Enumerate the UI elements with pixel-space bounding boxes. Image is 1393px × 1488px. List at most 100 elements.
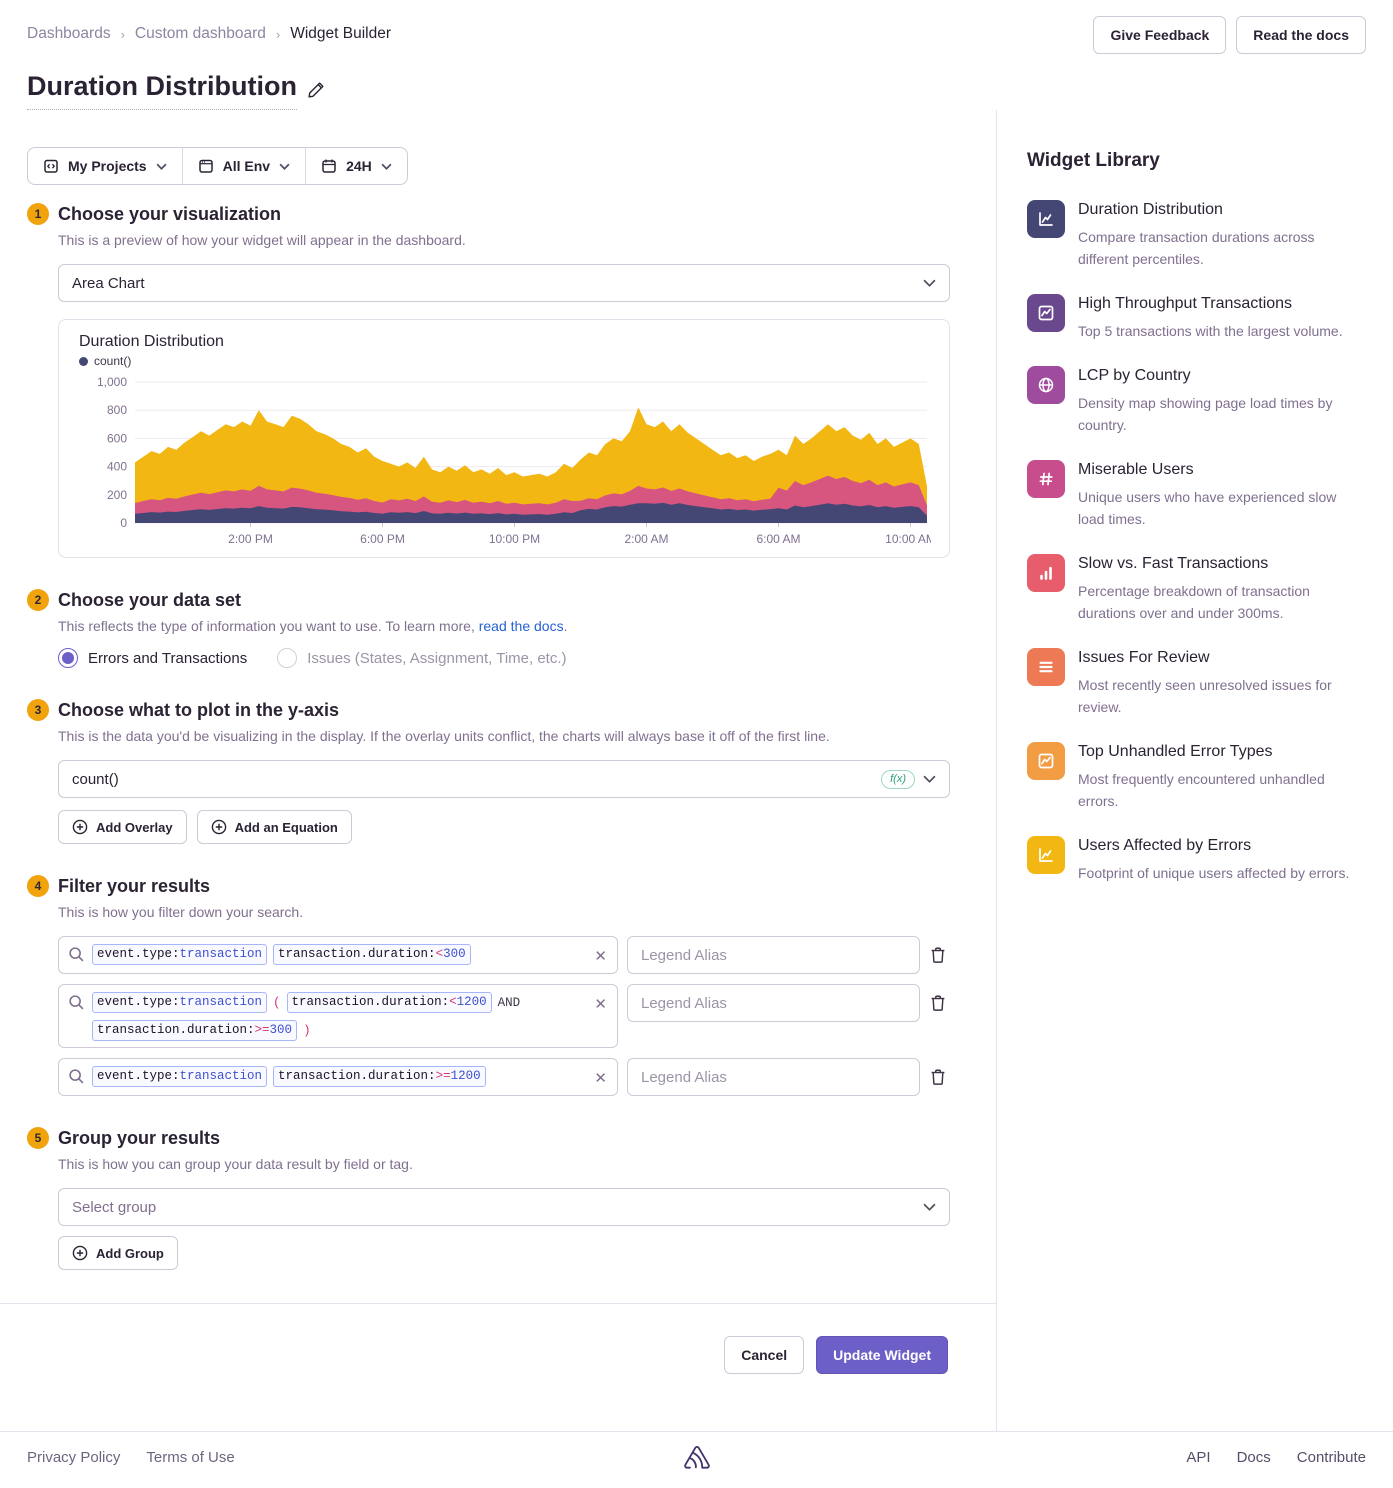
delete-filter-button[interactable] bbox=[929, 946, 947, 964]
privacy-policy-link[interactable]: Privacy Policy bbox=[27, 1449, 120, 1466]
widget-library-item-lcp-by-country[interactable]: LCP by Country Density map showing page … bbox=[1027, 366, 1357, 436]
widget-item-desc: Density map showing page load times by c… bbox=[1078, 392, 1357, 436]
step-subtitle: This reflects the type of information yo… bbox=[58, 618, 996, 634]
read-the-docs-link[interactable]: read the docs bbox=[479, 618, 564, 634]
terms-of-use-link[interactable]: Terms of Use bbox=[146, 1449, 234, 1466]
clear-search-icon[interactable]: ✕ bbox=[594, 947, 607, 965]
docs-link[interactable]: Docs bbox=[1237, 1449, 1271, 1466]
step-number-badge: 2 bbox=[27, 589, 49, 611]
area-chart: 02004006008001,0002:00 PM6:00 PM10:00 PM… bbox=[79, 374, 929, 549]
chevron-down-icon bbox=[279, 163, 290, 170]
svg-text:10:00 PM: 10:00 PM bbox=[489, 532, 540, 546]
contribute-link[interactable]: Contribute bbox=[1297, 1449, 1366, 1466]
svg-text:6:00 AM: 6:00 AM bbox=[756, 532, 800, 546]
page-header: Dashboards › Custom dashboard › Widget B… bbox=[0, 0, 1393, 110]
step-subtitle: This is how you can group your data resu… bbox=[58, 1156, 996, 1172]
project-filter-dropdown[interactable]: My Projects bbox=[28, 148, 182, 184]
display-type-select[interactable]: Area Chart bbox=[58, 264, 950, 302]
svg-text:2:00 PM: 2:00 PM bbox=[228, 532, 273, 546]
widget-library-item-high-throughput[interactable]: High Throughput Transactions Top 5 trans… bbox=[1027, 294, 1357, 342]
radio-label: Issues (States, Assignment, Time, etc.) bbox=[307, 650, 566, 667]
search-query-input[interactable]: event.type:transaction transaction.durati… bbox=[58, 936, 618, 974]
display-type-value: Area Chart bbox=[72, 275, 145, 292]
y-axis-field-select[interactable]: count() f(x) bbox=[58, 760, 950, 798]
query-token[interactable]: event.type:transaction bbox=[92, 1066, 267, 1087]
svg-text:400: 400 bbox=[107, 460, 127, 474]
bar-chart-icon bbox=[1027, 554, 1065, 592]
chevron-right-icon: › bbox=[121, 27, 125, 42]
radio-selected-icon bbox=[58, 648, 78, 668]
delete-filter-button[interactable] bbox=[929, 1068, 947, 1086]
plus-circle-icon bbox=[72, 819, 88, 835]
chart-legend[interactable]: count() bbox=[79, 354, 929, 368]
query-token[interactable]: transaction.duration:<1200 bbox=[287, 992, 492, 1013]
widget-item-title: Slow vs. Fast Transactions bbox=[1078, 555, 1357, 573]
area-chart-icon bbox=[1027, 836, 1065, 874]
give-feedback-button[interactable]: Give Feedback bbox=[1093, 16, 1226, 54]
hash-icon bbox=[1027, 460, 1065, 498]
page-title: Duration Distribution bbox=[27, 71, 297, 110]
search-query-input[interactable]: event.type:transaction ( transaction.durat… bbox=[58, 984, 618, 1048]
step-number-badge: 3 bbox=[27, 699, 49, 721]
chevron-down-icon bbox=[923, 775, 936, 783]
radio-issues[interactable]: Issues (States, Assignment, Time, etc.) bbox=[277, 648, 566, 668]
svg-text:2:00 AM: 2:00 AM bbox=[624, 532, 668, 546]
widget-library-item-duration-distribution[interactable]: Duration Distribution Compare transactio… bbox=[1027, 200, 1357, 270]
radio-errors-transactions[interactable]: Errors and Transactions bbox=[58, 648, 247, 668]
widget-library-item-slow-vs-fast[interactable]: Slow vs. Fast Transactions Percentage br… bbox=[1027, 554, 1357, 624]
read-the-docs-button[interactable]: Read the docs bbox=[1236, 16, 1366, 54]
chevron-down-icon bbox=[923, 279, 936, 287]
clear-search-icon[interactable]: ✕ bbox=[594, 995, 607, 1013]
svg-text:200: 200 bbox=[107, 488, 127, 502]
dataset-radio-group: Errors and Transactions Issues (States, … bbox=[58, 648, 996, 668]
api-link[interactable]: API bbox=[1186, 1449, 1210, 1466]
add-group-button[interactable]: Add Group bbox=[58, 1236, 178, 1270]
search-icon bbox=[68, 946, 85, 963]
step-title: Filter your results bbox=[58, 876, 210, 897]
list-icon bbox=[1027, 648, 1065, 686]
widget-library-item-miserable-users[interactable]: Miserable Users Unique users who have ex… bbox=[1027, 460, 1357, 530]
environment-filter-dropdown[interactable]: All Env bbox=[182, 148, 305, 184]
add-overlay-button[interactable]: Add Overlay bbox=[58, 810, 187, 844]
query-token[interactable]: event.type:transaction bbox=[92, 992, 267, 1013]
step-dataset: 2 Choose your data set This reflects the… bbox=[27, 589, 996, 668]
legend-alias-input[interactable] bbox=[627, 936, 920, 974]
widget-library-item-users-affected[interactable]: Users Affected by Errors Footprint of un… bbox=[1027, 836, 1357, 884]
breadcrumb-custom-dashboard[interactable]: Custom dashboard bbox=[135, 25, 266, 43]
widget-item-title: LCP by Country bbox=[1078, 367, 1357, 385]
svg-text:0: 0 bbox=[120, 516, 127, 530]
svg-text:6:00 PM: 6:00 PM bbox=[360, 532, 405, 546]
widget-preview-title: Duration Distribution bbox=[79, 333, 929, 351]
delete-filter-button[interactable] bbox=[929, 994, 947, 1012]
query-boolean-operator: AND bbox=[498, 994, 521, 1012]
time-range-filter-dropdown[interactable]: 24H bbox=[305, 148, 407, 184]
legend-label: count() bbox=[94, 354, 131, 368]
legend-alias-input[interactable] bbox=[627, 984, 920, 1022]
clear-search-icon[interactable]: ✕ bbox=[594, 1069, 607, 1087]
trash-icon bbox=[929, 946, 947, 964]
plus-circle-icon bbox=[72, 1245, 88, 1261]
query-paren: ( bbox=[273, 994, 281, 1012]
cancel-button[interactable]: Cancel bbox=[724, 1336, 804, 1374]
widget-library-item-top-unhandled-errors[interactable]: Top Unhandled Error Types Most frequentl… bbox=[1027, 742, 1357, 812]
query-token[interactable]: transaction.duration:>=300 bbox=[92, 1020, 297, 1041]
filter-row: event.type:transaction ( transaction.durat… bbox=[58, 984, 996, 1048]
svg-text:600: 600 bbox=[107, 431, 127, 445]
add-equation-button[interactable]: Add an Equation bbox=[197, 810, 352, 844]
chevron-right-icon: › bbox=[276, 27, 280, 42]
breadcrumb-dashboards[interactable]: Dashboards bbox=[27, 25, 111, 43]
chevron-down-icon bbox=[156, 163, 167, 170]
edit-title-pencil-icon[interactable] bbox=[307, 81, 325, 99]
group-select[interactable]: Select group bbox=[58, 1188, 950, 1226]
page-footer: Privacy Policy Terms of Use API Docs Con… bbox=[0, 1431, 1393, 1483]
widget-library-item-issues-for-review[interactable]: Issues For Review Most recently seen unr… bbox=[1027, 648, 1357, 718]
update-widget-button[interactable]: Update Widget bbox=[816, 1336, 948, 1374]
search-query-input[interactable]: event.type:transaction transaction.durati… bbox=[58, 1058, 618, 1096]
sentry-logo-icon[interactable] bbox=[682, 1444, 712, 1472]
legend-alias-input[interactable] bbox=[627, 1058, 920, 1096]
query-token[interactable]: event.type:transaction bbox=[92, 944, 267, 965]
query-token[interactable]: transaction.duration:>=1200 bbox=[273, 1066, 486, 1087]
query-token[interactable]: transaction.duration:<300 bbox=[273, 944, 471, 965]
widget-item-title: Users Affected by Errors bbox=[1078, 837, 1349, 855]
footer-left-links: Privacy Policy Terms of Use bbox=[27, 1449, 235, 1466]
